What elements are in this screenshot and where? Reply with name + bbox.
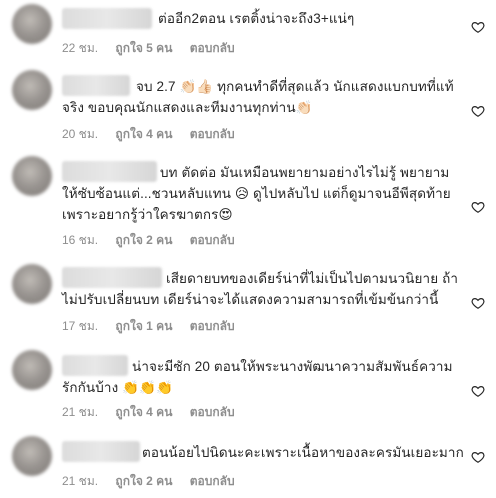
comments-list: ต่ออีก2ตอน เรตติ้งน่าจะถึง3+แน่ๆ 22 ชม. … xyxy=(0,0,496,498)
heart-outline-icon[interactable] xyxy=(471,384,485,398)
reply-button[interactable]: ตอบกลับ xyxy=(190,125,235,144)
heart-outline-icon[interactable] xyxy=(471,200,485,214)
comment-time: 16 ชม. xyxy=(62,233,99,247)
avatar[interactable] xyxy=(12,156,52,196)
comment-meta: 21 ชม. ถูกใจ 4 คน ตอบกลับ xyxy=(62,403,249,422)
avatar[interactable] xyxy=(12,4,52,44)
comment-meta: 22 ชม. ถูกใจ 5 คน ตอบกลับ xyxy=(62,39,249,58)
like-count[interactable]: ถูกใจ 1 คน xyxy=(115,317,172,336)
comment-time: 21 ชม. xyxy=(62,474,99,488)
avatar[interactable] xyxy=(12,70,52,110)
reply-button[interactable]: ตอบกลับ xyxy=(190,39,235,58)
like-count[interactable]: ถูกใจ 4 คน xyxy=(115,403,172,422)
comment-meta: 21 ชม. ถูกใจ 2 คน ตอบกลับ xyxy=(62,472,249,491)
comment-text: บท ตัดต่อ มันเหมือนพยายามอย่างไรไม่รู้ พ… xyxy=(62,165,451,222)
comment-text: เสียดายบทของเดียร์น่าที่ไม่เป็นไปตามนวนิ… xyxy=(62,271,459,307)
comment-meta: 16 ชม. ถูกใจ 2 คน ตอบกลับ xyxy=(62,231,249,250)
reply-button[interactable]: ตอบกลับ xyxy=(190,317,235,336)
reply-button[interactable]: ตอบกลับ xyxy=(190,231,235,250)
comment-time: 22 ชม. xyxy=(62,41,99,55)
comment-text: จบ 2.7 👏🏻👍🏻 ทุกคนทำดีที่สุดแล้ว นักแสดงแ… xyxy=(62,79,454,115)
comment-text: น่าจะมีซัก 20 ตอนให้พระนางพัฒนาความสัมพั… xyxy=(62,359,453,395)
like-count[interactable]: ถูกใจ 5 คน xyxy=(115,39,172,58)
reply-button[interactable]: ตอบกลับ xyxy=(190,403,235,422)
like-count[interactable]: ถูกใจ 2 คน xyxy=(115,472,172,491)
comment-meta: 20 ชม. ถูกใจ 4 คน ตอบกลับ xyxy=(62,125,249,144)
comment-time: 17 ชม. xyxy=(62,319,99,333)
heart-outline-icon[interactable] xyxy=(471,450,485,464)
like-count[interactable]: ถูกใจ 2 คน xyxy=(115,231,172,250)
heart-outline-icon[interactable] xyxy=(471,296,485,310)
avatar[interactable] xyxy=(12,264,52,304)
comment-time: 20 ชม. xyxy=(62,127,99,141)
avatar[interactable] xyxy=(12,350,52,390)
like-count[interactable]: ถูกใจ 4 คน xyxy=(115,125,172,144)
comment-text: ต่ออีก2ตอน เรตติ้งน่าจะถึง3+แน่ๆ xyxy=(158,11,355,26)
comment-text: ตอนน้อยไปนิดนะคะเพราะเนื้อหาของละครมันเย… xyxy=(142,445,464,460)
comment-meta: 17 ชม. ถูกใจ 1 คน ตอบกลับ xyxy=(62,317,249,336)
heart-outline-icon[interactable] xyxy=(471,104,485,118)
heart-outline-icon[interactable] xyxy=(471,20,485,34)
comment-time: 21 ชม. xyxy=(62,405,99,419)
reply-button[interactable]: ตอบกลับ xyxy=(190,472,235,491)
avatar[interactable] xyxy=(12,436,52,476)
